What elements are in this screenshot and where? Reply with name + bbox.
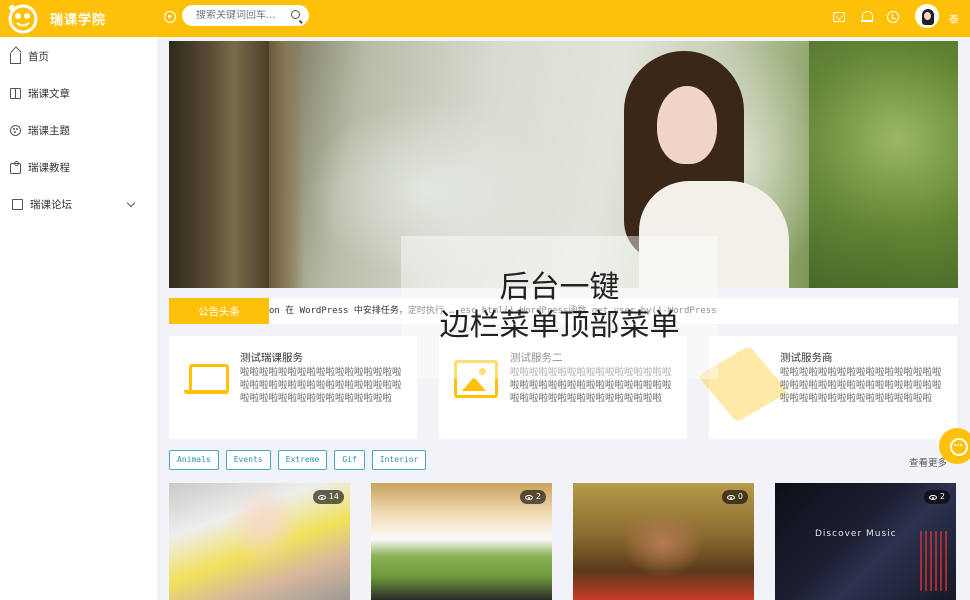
thumbnail-equalizer: [920, 531, 948, 591]
view-count: 0: [737, 492, 743, 501]
service-title: 测试瑞课服务: [240, 352, 303, 364]
tag-interior[interactable]: Interior: [371, 450, 427, 470]
hero-tree: [169, 41, 269, 288]
tag-events[interactable]: Events: [225, 450, 271, 470]
sidebar-item-forum[interactable]: 瑞课论坛: [0, 186, 157, 223]
book-icon: [10, 88, 21, 99]
view-count: 2: [535, 492, 541, 501]
post-thumbnail[interactable]: 14: [169, 483, 350, 600]
view-count: 14: [328, 492, 339, 501]
view-count-badge: 0: [721, 490, 748, 504]
thumbnail-caption: Discover Music: [815, 529, 897, 539]
view-more-link[interactable]: 查看更多: [909, 455, 947, 469]
top-header: 瑞课学院 泰: [0, 0, 970, 37]
eye-icon: [524, 494, 533, 500]
view-count-badge: 14: [312, 490, 344, 504]
laptop-icon: [184, 364, 229, 400]
eye-icon: [317, 494, 326, 500]
tag-gif[interactable]: Gif: [334, 450, 365, 470]
eye-icon: [928, 494, 937, 500]
video-icon: [10, 161, 21, 174]
post-thumbnail[interactable]: Discover Music 2: [775, 483, 956, 600]
sidebar-item-label: 瑞课论坛: [30, 199, 72, 211]
hero-leaves: [809, 41, 958, 288]
service-card[interactable]: 测试瑞课服务 啦啦啦啦啦啦啦啦啦啦啦啦啦啦啦啦啦啦啦啦啦啦啦啦啦啦啦啦啦啦啦啦啦…: [169, 336, 417, 439]
sidebar: 首页 瑞课文章 瑞课主题 瑞课教程 瑞课论坛: [0, 37, 157, 600]
promo-line-1: 后台一键: [499, 270, 620, 305]
search-icon[interactable]: [291, 10, 300, 19]
chevron-down-icon[interactable]: [126, 198, 136, 208]
phone-icon: [12, 199, 23, 210]
palette-icon: [10, 125, 21, 136]
view-count-badge: 2: [923, 490, 950, 504]
hero-tree-light: [269, 41, 304, 288]
sidebar-item-home[interactable]: 首页: [0, 38, 157, 75]
sidebar-item-label: 首页: [28, 51, 49, 63]
toggle-icon[interactable]: [164, 11, 176, 23]
view-count: 2: [939, 492, 945, 501]
bell-icon[interactable]: [861, 11, 873, 23]
search-box[interactable]: [182, 5, 309, 26]
site-brand[interactable]: 瑞课学院: [50, 9, 106, 28]
sidebar-item-articles[interactable]: 瑞课文章: [0, 75, 157, 112]
service-card[interactable]: 测试服务商 啦啦啦啦啦啦啦啦啦啦啦啦啦啦啦啦啦啦啦啦啦啦啦啦啦啦啦啦啦啦啦啦啦啦…: [697, 336, 957, 439]
username[interactable]: 泰: [949, 11, 959, 26]
hero-figure-face: [657, 86, 717, 164]
tag-extreme[interactable]: Extreme: [277, 450, 328, 470]
view-count-badge: 2: [519, 490, 546, 504]
sidebar-item-label: 瑞课教程: [28, 162, 70, 174]
announcement-label: 公告头条: [169, 298, 269, 324]
tag-list: Animals Events Extreme Gif Interior: [169, 450, 433, 470]
post-thumbnail[interactable]: 0: [573, 483, 754, 600]
eye-icon: [726, 494, 735, 500]
service-desc: 啦啦啦啦啦啦啦啦啦啦啦啦啦啦啦啦啦啦啦啦啦啦啦啦啦啦啦啦啦啦啦啦啦啦啦啦啦啦啦啦…: [240, 367, 402, 404]
tag-animals[interactable]: Animals: [169, 450, 219, 470]
main-content: 公告头条 on 在 WordPress 中安排任务，定时执行 … esc_htm…: [157, 37, 970, 600]
service-title: 测试服务商: [780, 352, 833, 364]
logo-icon[interactable]: [6, 2, 40, 36]
sidebar-item-label: 瑞课主题: [28, 125, 70, 137]
sidebar-item-label: 瑞课文章: [28, 88, 70, 100]
sidebar-item-tutorials[interactable]: 瑞课教程: [0, 149, 157, 186]
post-thumbnail[interactable]: 2: [371, 483, 552, 600]
sidebar-item-themes[interactable]: 瑞课主题: [0, 112, 157, 149]
service-desc: 啦啦啦啦啦啦啦啦啦啦啦啦啦啦啦啦啦啦啦啦啦啦啦啦啦啦啦啦啦啦啦啦啦啦啦啦啦啦啦啦…: [780, 367, 942, 404]
chat-icon[interactable]: [939, 428, 970, 464]
home-icon: [10, 53, 21, 64]
avatar[interactable]: [915, 4, 939, 28]
history-icon[interactable]: [887, 11, 899, 23]
search-input[interactable]: [196, 10, 288, 21]
mail-icon[interactable]: [833, 12, 845, 22]
promo-overlay-text: 后台一键 边栏菜单顶部菜单: [401, 269, 718, 345]
promo-line-2: 边栏菜单顶部菜单: [439, 308, 680, 343]
